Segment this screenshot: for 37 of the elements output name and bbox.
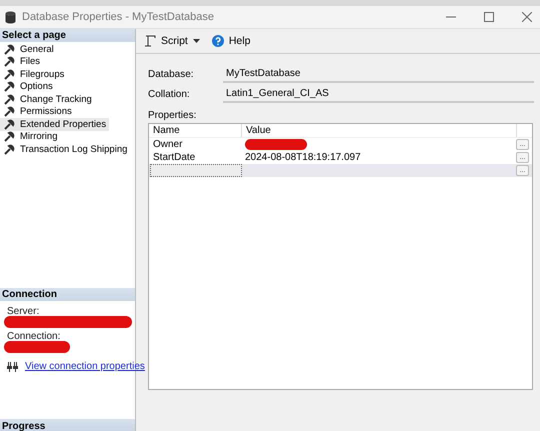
sidebar-item[interactable]: Permissions — [0, 106, 75, 118]
collation-label: Collation: — [148, 88, 191, 100]
sidebar-item[interactable]: Options — [0, 80, 56, 93]
sidebar-item[interactable]: Extended Properties — [0, 118, 110, 130]
table-cell-text: 2024-08-08T18:19:17.097 — [244, 151, 362, 164]
name-input-cell[interactable] — [150, 164, 242, 177]
help-button[interactable]: Help — [210, 33, 252, 49]
maximize-button[interactable] — [484, 12, 494, 22]
script-button[interactable]: Script — [142, 33, 202, 49]
plug-icon — [7, 362, 19, 372]
connection-properties-link[interactable]: View connection properties — [25, 361, 145, 372]
section-header: Select a page — [0, 29, 135, 42]
table-cell-text: StartDate — [152, 151, 196, 164]
connection-label: Connection: — [7, 332, 62, 341]
sidebar-item[interactable]: Filegroups — [0, 68, 68, 80]
table-cell-text: Owner — [152, 138, 184, 151]
column-header: Name — [149, 124, 242, 137]
caret-icon — [192, 39, 200, 43]
help-icon — [212, 35, 224, 47]
database-label: Database: — [148, 68, 195, 80]
server-label: Server: — [7, 307, 40, 316]
close-button[interactable] — [522, 12, 532, 22]
sidebar-item[interactable]: Files — [0, 56, 44, 68]
sidebar-item[interactable]: General — [0, 43, 57, 56]
sidebar-item[interactable]: Mirroring — [0, 130, 60, 143]
properties-label: Properties: — [148, 110, 198, 123]
column-header: Value — [242, 124, 517, 137]
section-header: Progress — [0, 419, 135, 431]
sidebar-item[interactable]: Change Tracking — [0, 93, 95, 106]
section-header: Connection — [0, 288, 135, 301]
sidebar-item[interactable]: Transaction Log Shipping — [0, 143, 130, 156]
database-field: MyTestDatabase — [223, 66, 534, 82]
database-icon — [5, 10, 16, 24]
window-title: Database Properties - MyTestDatabase — [22, 11, 214, 23]
script-icon — [144, 35, 156, 47]
redaction-mark — [4, 341, 70, 353]
collation-field: Latin1_General_CI_AS — [223, 86, 534, 102]
